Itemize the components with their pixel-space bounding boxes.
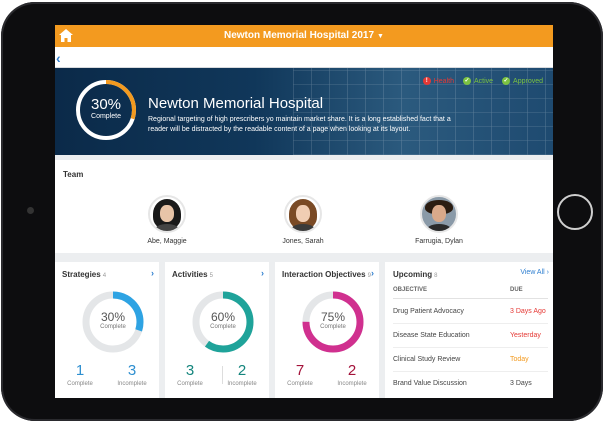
overall-progress-percent: 30% <box>90 96 122 113</box>
app-screen: Newton Memorial Hospital 2017 ▼ ‹ 30% Com… <box>55 25 553 398</box>
donut-label: 60% Complete <box>210 310 236 330</box>
complete-stat: 7 Complete <box>275 362 325 387</box>
upcoming-due: Yesterday <box>510 332 541 339</box>
complete-count: 3 <box>185 362 195 379</box>
complete-count: 7 <box>295 362 305 379</box>
card-title: Interaction Objectives 9 <box>282 270 371 279</box>
upcoming-card: Upcoming 8 View All › OBJECTIVE DUE Drug … <box>385 262 553 398</box>
team-member-name: Farrugia, Dylan <box>415 238 463 245</box>
incomplete-label: Incomplete <box>117 381 147 387</box>
account-title-dropdown[interactable]: Newton Memorial Hospital 2017 ▼ <box>55 30 553 41</box>
status-active-label: Active <box>473 77 494 85</box>
upcoming-row[interactable]: Drug Patient Advocacy 3 Days Ago <box>393 300 548 324</box>
incomplete-stat: 2 Incomplete <box>327 362 377 387</box>
incomplete-stat: 3 Incomplete <box>107 362 157 387</box>
chevron-right-icon[interactable]: › <box>371 268 374 278</box>
team-title: Team <box>63 170 84 179</box>
upcoming-row[interactable]: Disease State Education Yesterday <box>393 324 548 348</box>
avatar <box>420 195 458 233</box>
chevron-down-icon: ▼ <box>377 33 384 40</box>
account-name: Newton Memorial Hospital <box>148 95 324 112</box>
avatar <box>148 195 186 233</box>
upcoming-objective: Disease State Education <box>393 332 470 339</box>
strategies-card[interactable]: Strategies 4 › 30% Complete 1 Complete 3 … <box>55 262 159 398</box>
overall-progress-caption: Complete <box>91 113 121 120</box>
upcoming-objective: Brand Value Discussion <box>393 380 467 387</box>
team-member-name: Jones, Sarah <box>282 238 324 245</box>
upcoming-column-headers: OBJECTIVE DUE <box>393 287 548 299</box>
tablet-frame: Newton Memorial Hospital 2017 ▼ ‹ 30% Com… <box>1 2 603 421</box>
due-column-header: DUE <box>510 287 523 293</box>
back-chevron-icon[interactable]: ‹ <box>56 50 61 66</box>
account-header: 30% Complete Newton Memorial Hospital Re… <box>55 68 553 155</box>
upcoming-due: 3 Days Ago <box>510 308 546 315</box>
status-badges: ! Health ✓ Active ✓ Approved <box>422 77 543 85</box>
team-member[interactable]: Abe, Maggie <box>127 195 207 245</box>
upcoming-objective: Drug Patient Advocacy <box>393 308 464 315</box>
upcoming-due: 3 Days <box>510 380 532 387</box>
overall-progress-text: 30% Complete <box>75 79 137 141</box>
complete-count: 1 <box>75 362 85 379</box>
upcoming-objective: Clinical Study Review <box>393 356 461 363</box>
upcoming-row[interactable]: Clinical Study Review Today <box>393 348 548 372</box>
complete-label: Complete <box>67 381 93 387</box>
camera-dot <box>27 207 34 214</box>
upcoming-title: Upcoming 8 <box>393 270 438 279</box>
account-title: Newton Memorial Hospital 2017 <box>224 30 375 41</box>
avatar <box>284 195 322 233</box>
incomplete-label: Incomplete <box>227 381 257 387</box>
incomplete-stat: 2 Incomplete <box>217 362 267 387</box>
chevron-right-icon[interactable]: › <box>261 268 264 278</box>
alert-icon: ! <box>422 77 431 85</box>
interaction-objectives-card[interactable]: Interaction Objectives 9 › 75% Complete 7… <box>275 262 379 398</box>
status-active: ✓ Active <box>462 77 494 85</box>
incomplete-label: Incomplete <box>337 381 367 387</box>
donut-label: 75% Complete <box>320 310 346 330</box>
team-member[interactable]: Farrugia, Dylan <box>399 195 479 245</box>
incomplete-count: 3 <box>127 362 137 379</box>
team-member[interactable]: Jones, Sarah <box>263 195 343 245</box>
sub-nav-bar: ‹ <box>55 47 553 68</box>
complete-stat: 1 Complete <box>55 362 105 387</box>
card-title: Strategies 4 <box>62 270 107 279</box>
tablet-home-button[interactable] <box>557 194 593 230</box>
incomplete-count: 2 <box>237 362 247 379</box>
account-description: Regional targeting of high prescribers y… <box>148 116 451 133</box>
complete-label: Complete <box>287 381 313 387</box>
status-approved: ✓ Approved <box>502 77 543 85</box>
check-circle-icon: ✓ <box>462 77 471 85</box>
complete-stat: 3 Complete <box>165 362 215 387</box>
view-all-link[interactable]: View All › <box>520 269 549 276</box>
card-title: Activities 5 <box>172 270 213 279</box>
team-member-name: Abe, Maggie <box>147 238 187 245</box>
status-approved-label: Approved <box>513 77 543 85</box>
objective-column-header: OBJECTIVE <box>393 287 428 293</box>
upcoming-row[interactable]: Brand Value Discussion 3 Days <box>393 372 548 396</box>
status-health: ! Health <box>422 77 454 85</box>
team-section: Team Abe, Maggie Jones, Sarah Farrugia, … <box>55 160 553 253</box>
incomplete-count: 2 <box>347 362 357 379</box>
upcoming-due: Today <box>510 356 529 363</box>
check-circle-icon: ✓ <box>502 77 511 85</box>
chevron-right-icon[interactable]: › <box>151 268 154 278</box>
donut-label: 30% Complete <box>100 310 126 330</box>
activities-card[interactable]: Activities 5 › 60% Complete 3 Complete 2 … <box>165 262 269 398</box>
complete-label: Complete <box>177 381 203 387</box>
top-bar: Newton Memorial Hospital 2017 ▼ <box>55 25 553 47</box>
status-health-label: Health <box>433 77 454 85</box>
